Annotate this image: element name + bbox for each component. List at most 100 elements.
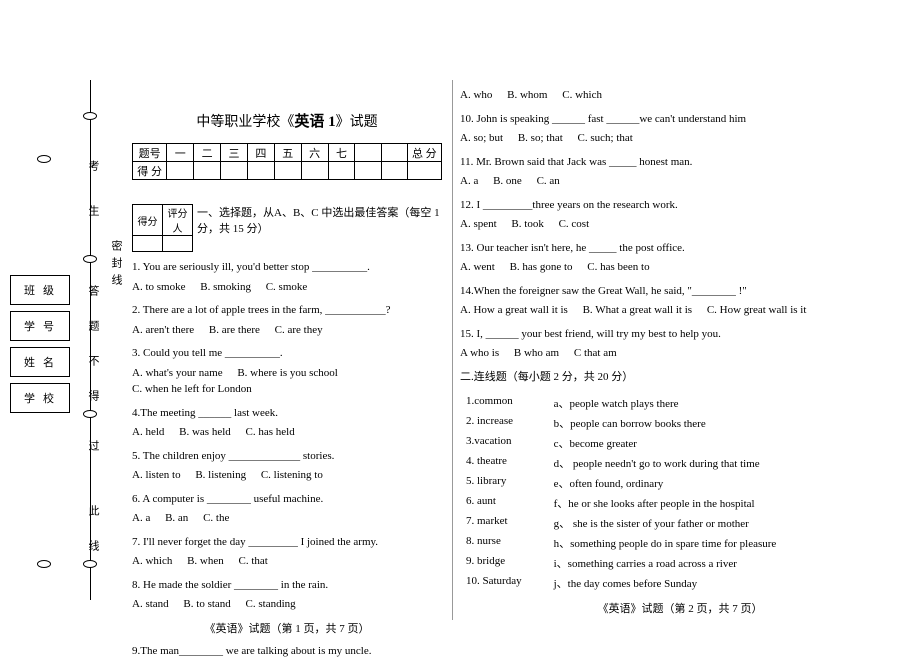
option-c: C. listening to [261, 467, 323, 484]
option-c: C. has held [246, 424, 295, 441]
score-header-cell: 二 [194, 144, 221, 162]
score-table: 题号 一 二 三 四 五 六 七 总 分 得 分 [132, 143, 442, 180]
score-cell[interactable] [328, 162, 355, 180]
match-left: 7. market [462, 514, 526, 532]
option-c: C. standing [246, 596, 296, 613]
mini-header: 得分 [133, 205, 163, 236]
score-cell[interactable] [355, 162, 381, 180]
option-b: B. where is you school [237, 365, 338, 382]
question-6: 6. A computer is ________ useful machine… [132, 491, 442, 527]
option-b: B. are there [209, 322, 260, 339]
title-prefix: 中等职业学校《 [196, 115, 294, 130]
option-b: B. has gone to [510, 259, 573, 276]
score-cell[interactable] [301, 162, 328, 180]
option-c: C. an [537, 173, 560, 190]
option-b: B. was held [179, 424, 231, 441]
match-right: h、something people do in spare time for … [550, 534, 781, 552]
binding-circle [83, 560, 97, 568]
question-12: 12. I _________three years on the resear… [460, 197, 900, 233]
match-left: 1.common [462, 394, 526, 412]
score-header-cell: 题号 [133, 144, 167, 162]
question-15: 15. I, ______ your best friend, will try… [460, 326, 900, 362]
name-box: 姓名 [10, 347, 70, 377]
option-c: C. that [239, 553, 268, 570]
mini-cell[interactable] [163, 236, 193, 252]
option-a: A. so; but [460, 130, 503, 147]
question-text: 4.The meeting ______ last week. [132, 405, 442, 422]
question-text: 15. I, ______ your best friend, will try… [460, 326, 900, 343]
option-b: B. listening [195, 467, 246, 484]
option-b: B. to stand [183, 596, 230, 613]
question-text: 10. John is speaking ______ fast ______w… [460, 111, 900, 128]
match-left: 4. theatre [462, 454, 526, 472]
question-3: 3. Could you tell me __________. A. what… [132, 345, 442, 398]
score-cell[interactable] [381, 162, 407, 180]
binding-char: 生 [85, 205, 101, 216]
page-footer-2: 《英语》试题（第 2 页，共 7 页） [460, 600, 900, 616]
match-right: d、 people needn't go to work during that… [550, 454, 781, 472]
match-right: c、become greater [550, 434, 781, 452]
question-8: 8. He made the soldier ________ in the r… [132, 577, 442, 613]
binding-char: 不 [85, 355, 101, 366]
option-b: B. so; that [518, 130, 563, 147]
question-text: 11. Mr. Brown said that Jack was _____ h… [460, 154, 900, 171]
option-b: B. What a great wall it is [583, 302, 692, 319]
question-1: 1. You are seriously ill, you'd better s… [132, 259, 442, 295]
binding-char: 答 [85, 285, 101, 296]
score-cell[interactable] [167, 162, 194, 180]
option-c: C. smoke [266, 279, 308, 296]
score-header-cell [381, 144, 407, 162]
question-text: 6. A computer is ________ useful machine… [132, 491, 442, 508]
option-b: B. whom [507, 87, 547, 104]
option-a: A. which [132, 553, 172, 570]
score-header-cell: 六 [301, 144, 328, 162]
mini-cell[interactable] [133, 236, 163, 252]
match-left: 9. bridge [462, 554, 526, 572]
binding-char: 此 [85, 505, 101, 516]
option-c: C that am [574, 345, 617, 362]
question-text: 5. The children enjoy _____________ stor… [132, 448, 442, 465]
score-cell[interactable] [194, 162, 221, 180]
score-header-cell: 一 [167, 144, 194, 162]
question-14: 14.When the foreigner saw the Great Wall… [460, 283, 900, 319]
seal-text: 密封线 [108, 240, 124, 291]
binding-circle [83, 112, 97, 120]
question-4: 4.The meeting ______ last week. A. held … [132, 405, 442, 441]
question-5: 5. The children enjoy _____________ stor… [132, 448, 442, 484]
paper-title: 中等职业学校《英语 1》试题 [132, 110, 442, 131]
mini-header: 评分人 [163, 205, 193, 236]
score-total-cell[interactable] [407, 162, 441, 180]
option-a: A. to smoke [132, 279, 185, 296]
option-b: B. took [511, 216, 543, 233]
binding-char: 考 [85, 160, 101, 171]
option-a: A. held [132, 424, 164, 441]
score-header-cell: 七 [328, 144, 355, 162]
question-11: 11. Mr. Brown said that Jack was _____ h… [460, 154, 900, 190]
option-c: C. are they [275, 322, 323, 339]
option-c: C. How great wall is it [707, 302, 807, 319]
binding-char: 线 [85, 540, 101, 551]
score-cell[interactable] [221, 162, 248, 180]
option-c: C. when he left for London [132, 381, 252, 398]
match-left: 6. aunt [462, 494, 526, 512]
option-b: B. an [165, 510, 188, 527]
binding-circle [83, 410, 97, 418]
option-a: A. spent [460, 216, 497, 233]
option-a: A. aren't there [132, 322, 194, 339]
question-9-options: A. who B. whom C. which [460, 87, 900, 104]
question-7: 7. I'll never forget the day _________ I… [132, 534, 442, 570]
option-a: A. listen to [132, 467, 181, 484]
score-header-cell: 五 [274, 144, 301, 162]
question-text: 2. There are a lot of apple trees in the… [132, 302, 442, 319]
option-a: A. who [460, 87, 492, 104]
option-b: B. when [187, 553, 224, 570]
match-right: f、he or she looks after people in the ho… [550, 494, 781, 512]
match-left: 8. nurse [462, 534, 526, 552]
question-10: 10. John is speaking ______ fast ______w… [460, 111, 900, 147]
score-cell[interactable] [274, 162, 301, 180]
option-c: C. has been to [587, 259, 649, 276]
option-c: C. which [562, 87, 602, 104]
score-row-label: 得 分 [133, 162, 167, 180]
score-cell[interactable] [247, 162, 274, 180]
score-header-cell: 三 [221, 144, 248, 162]
